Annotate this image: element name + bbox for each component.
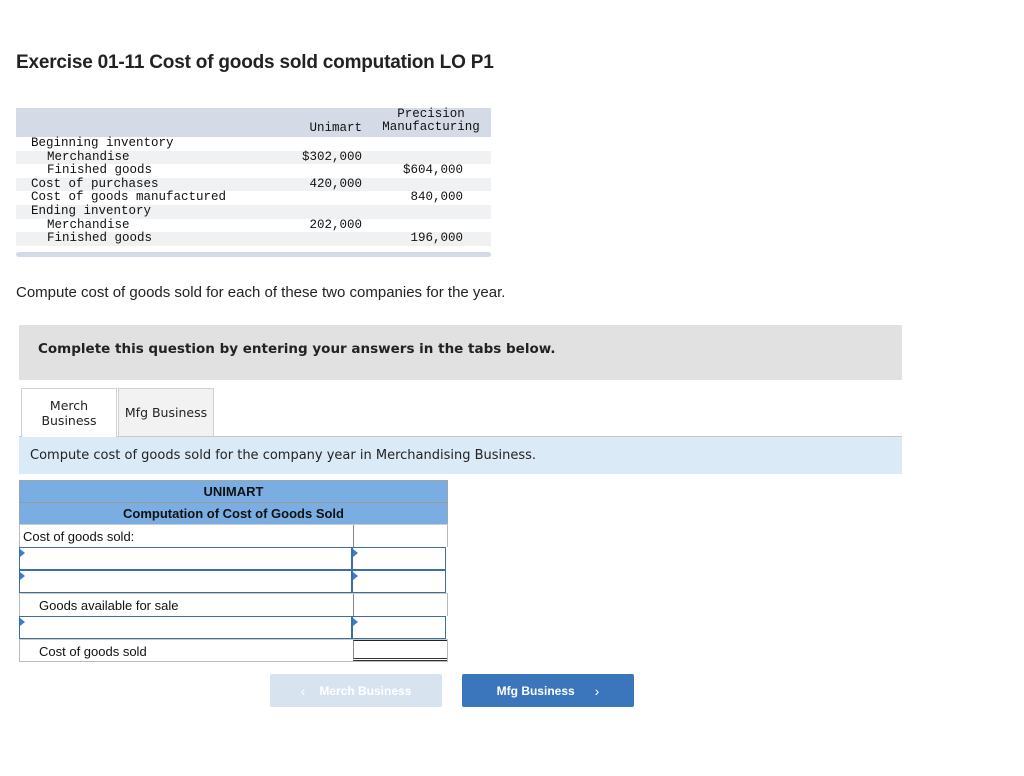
instruction-text: Complete this question by entering your … <box>38 341 556 357</box>
row-label: Merchandise <box>47 149 130 164</box>
prev-tab-button[interactable]: ‹ Merch Business <box>270 674 442 707</box>
tab-label-line1: Merch <box>49 398 89 413</box>
worksheet-input-row <box>19 616 448 639</box>
row-label: Cost of goods sold: <box>23 529 135 544</box>
tab-label-line2: Business <box>41 413 97 428</box>
row-label: Finished goods <box>47 163 153 178</box>
dropdown-indicator-icon <box>20 572 25 580</box>
precision-value: 840,000 <box>410 190 463 205</box>
row-label: Merchandise <box>47 217 130 232</box>
col-header-precision: Precision Manufacturing <box>378 108 484 134</box>
instruction-banner: Complete this question by entering your … <box>19 325 902 380</box>
row-label: Finished goods <box>47 231 153 246</box>
row-label: Cost of purchases <box>31 176 159 191</box>
worksheet-row-goods-available: Goods available for sale <box>19 593 448 616</box>
label-input-cell <box>19 616 352 639</box>
row-label: Goods available for sale <box>39 598 179 613</box>
worksheet-input-row <box>19 570 448 593</box>
cogs-total-amount <box>353 640 447 661</box>
row-label: Cost of goods sold <box>39 644 147 659</box>
prev-tab-label: Merch Business <box>319 683 412 698</box>
given-row: Merchandise 202,000 <box>16 217 491 233</box>
worksheet-input-row <box>19 547 448 570</box>
amount-cell <box>353 525 447 547</box>
precision-value: $604,000 <box>402 163 463 178</box>
given-row: Ending inventory <box>16 203 491 219</box>
amount-input-1[interactable] <box>354 549 444 568</box>
worksheet-company-header: UNIMART <box>19 480 448 502</box>
page-title: Exercise 01-11 Cost of goods sold comput… <box>16 52 494 73</box>
input-indicator-icon <box>353 549 358 557</box>
label-cell: Goods available for sale <box>20 594 353 616</box>
given-row: Cost of goods manufactured 840,000 <box>16 191 491 205</box>
tab-description-text: Compute cost of goods sold for the compa… <box>30 448 537 463</box>
chevron-right-icon: › <box>594 682 600 699</box>
label-cell: Cost of goods sold <box>20 640 353 661</box>
label-dropdown-3[interactable] <box>21 618 350 637</box>
col-header-precision-line2: Manufacturing <box>382 120 480 134</box>
unimart-value: 420,000 <box>309 176 362 191</box>
given-row: Beginning inventory <box>16 136 491 151</box>
row-label: Ending inventory <box>31 203 152 218</box>
row-label: Cost of goods manufactured <box>31 190 227 205</box>
next-tab-label: Mfg Business <box>496 683 575 698</box>
worksheet-row-cogs-total: Cost of goods sold <box>19 639 448 662</box>
amount-input-3[interactable] <box>354 618 444 637</box>
unimart-value: 202,000 <box>309 217 362 232</box>
worksheet-row-cogs-header: Cost of goods sold: <box>19 524 448 547</box>
label-dropdown-1[interactable] <box>21 549 350 568</box>
label-cell: Cost of goods sold: <box>20 525 353 547</box>
question-prompt: Compute cost of goods sold for each of t… <box>16 284 506 301</box>
given-table-header: Unimart Precision Manufacturing <box>16 108 491 137</box>
table-scrollbar[interactable] <box>16 251 491 257</box>
label-dropdown-2[interactable] <box>21 572 350 591</box>
input-indicator-icon <box>353 572 358 580</box>
amount-input-cell <box>352 570 446 593</box>
tab-mfg-business-label: Mfg Business <box>124 405 208 420</box>
col-header-precision-line1: Precision <box>397 107 465 121</box>
dropdown-indicator-icon <box>20 618 25 626</box>
amount-input-cell <box>352 547 446 570</box>
worksheet-heading: Computation of Cost of Goods Sold <box>19 502 448 524</box>
next-tab-button[interactable]: Mfg Business › <box>462 674 634 707</box>
given-row: Cost of purchases 420,000 <box>16 176 491 192</box>
precision-value: 196,000 <box>410 231 463 246</box>
tab-description-banner: Compute cost of goods sold for the compa… <box>19 437 902 474</box>
tab-merch-business[interactable]: Merch Business <box>21 388 117 437</box>
cogs-worksheet: UNIMART Computation of Cost of Goods Sol… <box>19 480 448 662</box>
amount-input-cell <box>352 616 446 639</box>
chevron-left-icon: ‹ <box>300 682 306 699</box>
dropdown-indicator-icon <box>20 549 25 557</box>
goods-available-amount <box>353 594 447 616</box>
row-label: Beginning inventory <box>31 136 174 150</box>
col-header-unimart: Unimart <box>309 121 362 135</box>
label-input-cell <box>19 570 352 593</box>
given-data-table: Unimart Precision Manufacturing Beginnin… <box>16 108 491 257</box>
label-input-cell <box>19 547 352 570</box>
amount-input-2[interactable] <box>354 572 444 591</box>
given-row: Finished goods $604,000 <box>16 164 491 178</box>
input-indicator-icon <box>353 618 358 626</box>
tab-mfg-business[interactable]: Mfg Business <box>118 388 214 436</box>
given-row: Finished goods 196,000 <box>16 232 491 246</box>
tab-merch-business-label: Merch Business <box>41 398 96 428</box>
unimart-value: $302,000 <box>301 149 362 164</box>
given-row: Merchandise $302,000 <box>16 149 491 165</box>
